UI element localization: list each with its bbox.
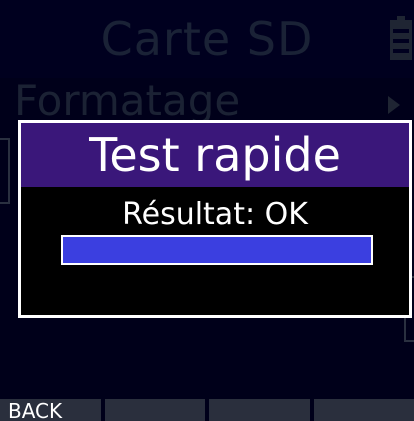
dialog-title-bar: Test rapide (21, 123, 409, 187)
menu-item-formatage[interactable]: Formatage (14, 76, 240, 126)
device-screen: Carte SD Formatage Test rapide Résultat:… (0, 0, 414, 421)
header: Carte SD (0, 0, 414, 78)
quick-test-dialog: Test rapide Résultat: OK (18, 120, 412, 318)
softkey-2[interactable] (104, 399, 205, 421)
back-button[interactable]: BACK (0, 399, 101, 421)
softkey-bar: BACK (0, 399, 414, 421)
test-result-text: Résultat: OK (122, 197, 308, 232)
dialog-title: Test rapide (89, 128, 341, 182)
softkey-3[interactable] (209, 399, 310, 421)
battery-icon (390, 16, 412, 60)
chevron-right-icon (388, 96, 400, 114)
progress-bar (61, 235, 373, 265)
background-frame-left (0, 138, 10, 204)
screen-title: Carte SD (100, 12, 314, 66)
softkey-4[interactable] (313, 399, 414, 421)
progress-bar-fill (63, 237, 371, 263)
